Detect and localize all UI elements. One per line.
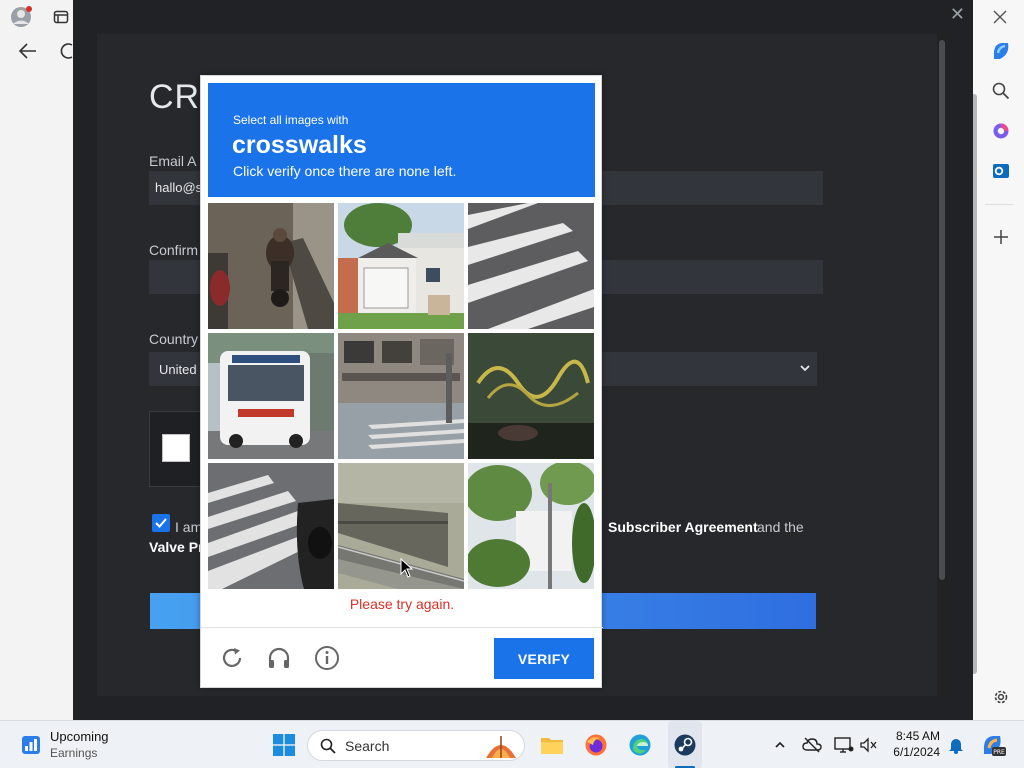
firefox-icon[interactable] [582,721,610,768]
info-icon[interactable] [311,642,343,674]
tile-motorcyclists[interactable] [208,203,334,329]
browser-left-chrome [0,0,74,720]
stocks-widget-icon[interactable] [18,721,44,768]
start-windows-icon[interactable] [269,721,299,768]
window-scrollbar-thumb[interactable] [939,40,945,580]
agree-text: I am [175,519,203,535]
svg-text:PRE: PRE [993,749,1005,756]
reload-icon[interactable] [216,642,248,674]
captcha-divider [201,627,603,628]
refresh-partial-icon[interactable] [60,40,74,62]
taskbar: Upcoming Earnings Search 8:45 AM 6/1/202… [0,720,1024,768]
widget-title[interactable]: Upcoming [50,729,109,744]
country-value: United [159,362,197,377]
office-icon[interactable] [990,120,1012,142]
display-icon[interactable] [832,721,856,768]
steam-icon[interactable] [668,721,702,768]
captcha-challenge: Select all images with crosswalks Click … [200,75,603,688]
chevron-up-icon[interactable] [770,721,790,768]
captcha-tile-grid [208,203,595,590]
captcha-instruction-pre: Select all images with [233,113,349,127]
widget-subtitle[interactable]: Earnings [50,746,97,760]
browser-sidebar [972,0,1024,720]
cloud-offline-icon[interactable] [800,721,824,768]
copilot-icon[interactable] [988,38,1014,64]
copilot-pre-icon[interactable]: PRE [978,721,1008,768]
valve-privacy-link[interactable]: Valve Pr [149,539,204,555]
captcha-error-message: Please try again. [349,596,455,612]
tile-street-building[interactable] [338,333,464,459]
clock-time: 8:45 AM [895,729,940,743]
tile-crosswalk[interactable] [468,203,594,329]
search-highlight-icon [482,732,520,765]
taskbar-clock[interactable]: 8:45 AM 6/1/2024 [876,728,940,760]
agree-checkbox[interactable] [152,514,170,532]
add-icon[interactable] [990,226,1012,248]
settings-gear-icon[interactable] [990,686,1012,708]
recaptcha-checkbox[interactable] [162,434,190,462]
profile-avatar-icon[interactable] [8,4,34,30]
sidebar-divider [985,204,1013,205]
tile-bus[interactable] [208,333,334,459]
close-icon[interactable] [989,6,1011,28]
captcha-instruction-post: Click verify once there are none left. [233,163,457,179]
captcha-target-object: crosswalks [232,131,367,159]
tile-trees-building[interactable] [468,463,594,589]
verify-button[interactable]: VERIFY [494,638,594,679]
notification-bell-icon[interactable] [946,721,966,768]
subscriber-agreement-link[interactable]: Subscriber Agreement [608,519,758,535]
tab-actions-icon[interactable] [50,6,72,28]
confirm-email-label: Confirm [149,242,199,258]
back-arrow-icon[interactable] [14,38,42,64]
close-window-icon[interactable]: ✕ [950,4,965,25]
country-label: Country [149,331,199,347]
email-label: Email A [149,153,197,169]
email-value: hallo@s [155,180,203,195]
tile-graffiti-wall[interactable] [468,333,594,459]
tile-crosswalk-car[interactable] [208,463,334,589]
and-the-text: and the [757,519,804,535]
audio-headphones-icon[interactable] [263,642,295,674]
clock-date: 6/1/2024 [893,745,940,759]
window-scrollbar[interactable] [937,34,947,696]
captcha-header: Select all images with crosswalks Click … [208,83,595,197]
search-icon [320,738,336,759]
chevron-down-icon [799,361,811,379]
taskbar-search-box[interactable]: Search [307,730,525,761]
edge-icon[interactable] [626,721,654,768]
mouse-cursor-icon [400,557,414,583]
search-icon[interactable] [990,80,1012,102]
tile-house[interactable] [338,203,464,329]
search-label: Search [345,738,390,754]
file-explorer-icon[interactable] [538,721,566,768]
outlook-icon[interactable] [990,160,1012,182]
